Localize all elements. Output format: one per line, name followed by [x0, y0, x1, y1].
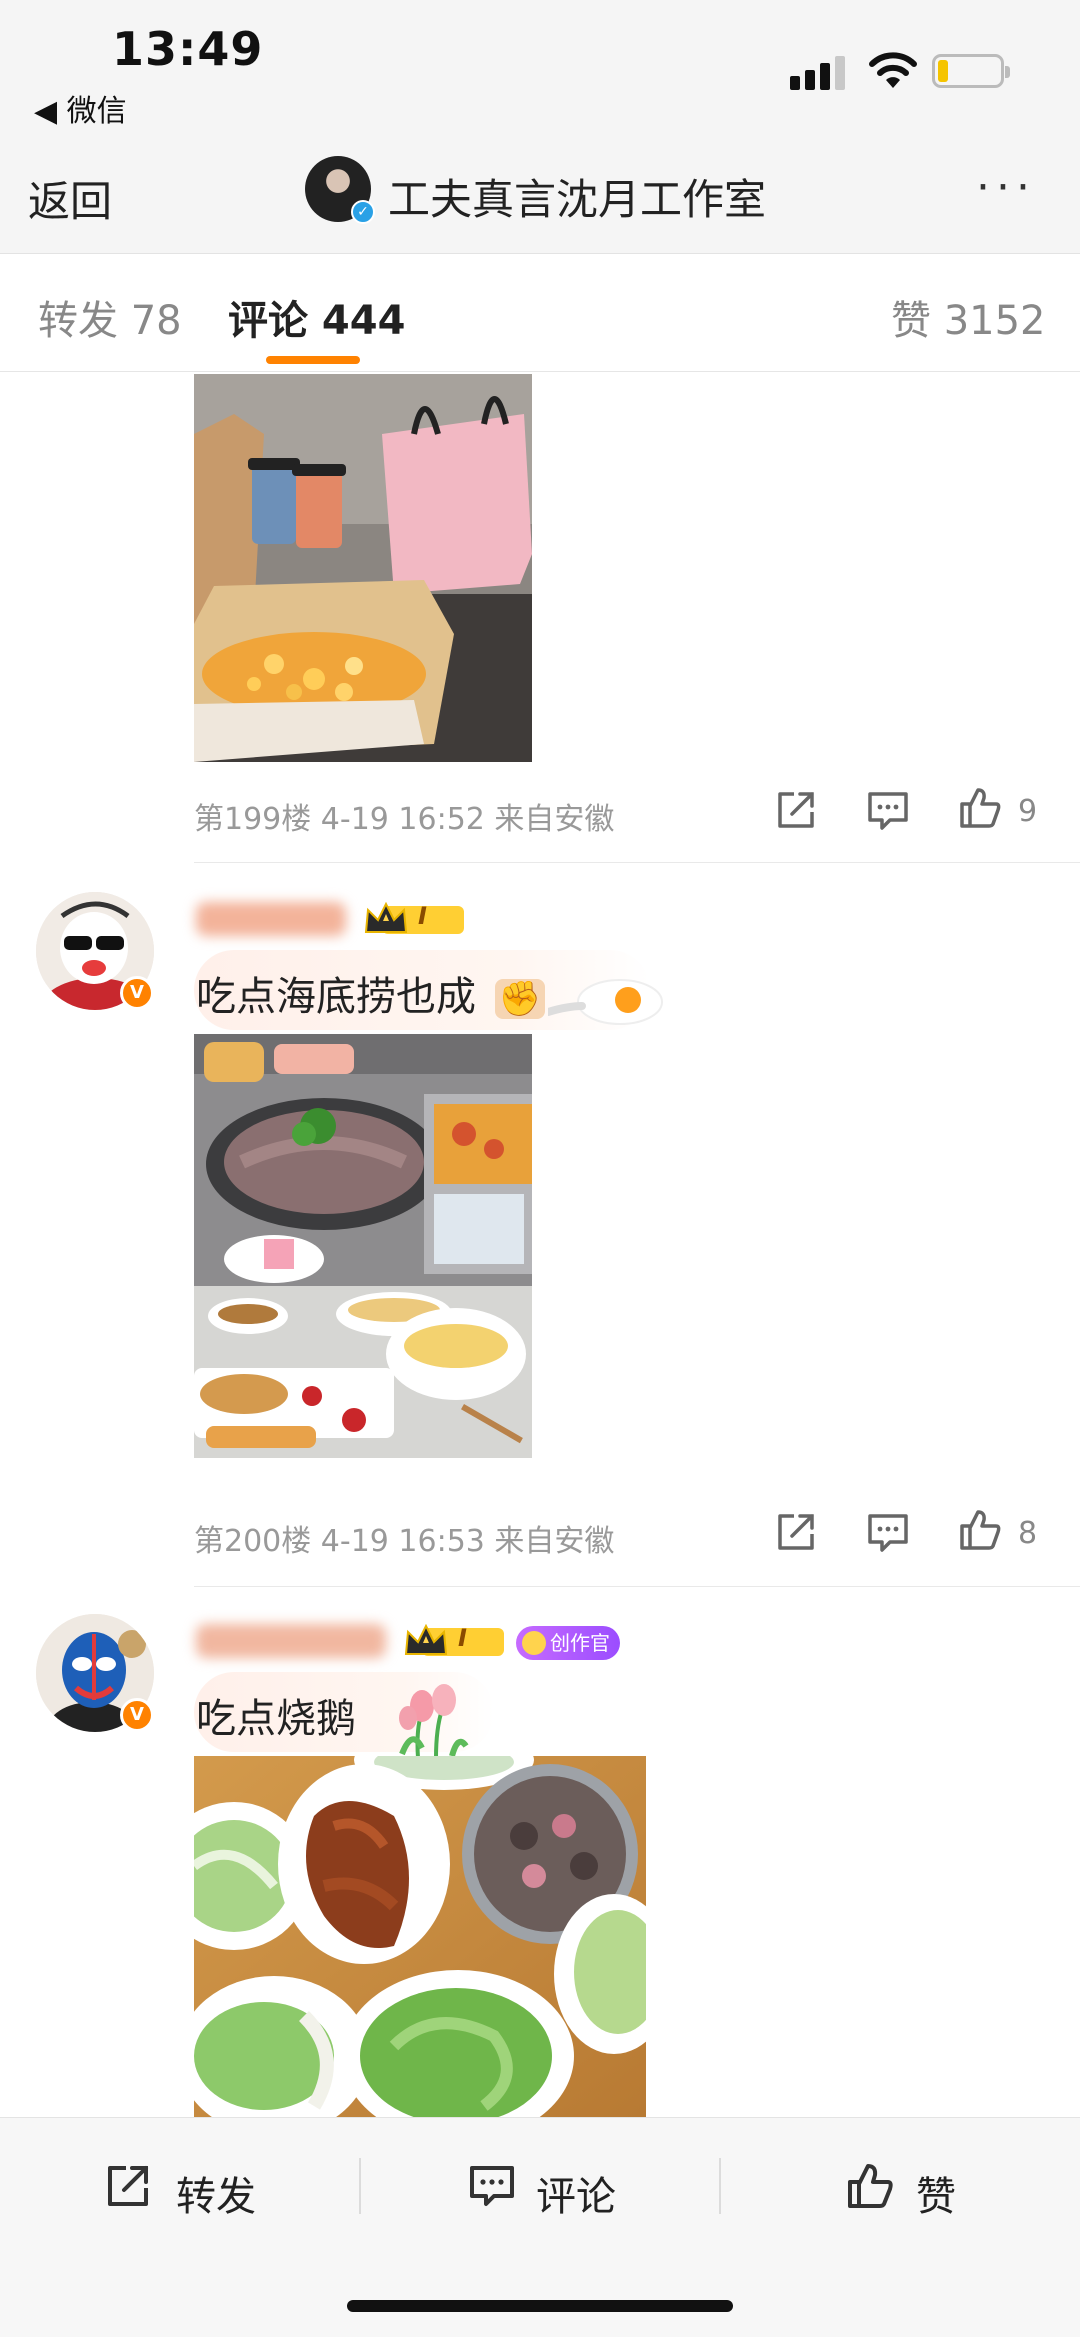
active-tab-indicator — [266, 356, 360, 364]
battery-icon — [932, 54, 1010, 88]
reply-icon[interactable] — [866, 788, 910, 832]
page-title[interactable]: 工夫真言沈月工作室 — [388, 166, 766, 227]
nav-bar: 返回 ✓ 工夫真言沈月工作室 ··· — [0, 142, 1080, 254]
tab-comment[interactable]: 评论 444 — [228, 288, 405, 346]
author-avatar[interactable]: ✓ — [305, 156, 375, 224]
share-icon[interactable] — [774, 788, 818, 832]
commenter-name-redacted — [196, 902, 346, 936]
comment-image-roast-goose[interactable] — [194, 1756, 646, 2117]
comment-image-drinks-pizza[interactable] — [194, 374, 532, 762]
bottom-repost-button[interactable]: 转发 — [104, 2154, 274, 2220]
like-icon[interactable] — [958, 1508, 1002, 1552]
verified-v-badge-icon: V — [120, 1698, 154, 1732]
crown-level-badge-icon — [404, 1624, 504, 1656]
tulip-decoration-icon — [399, 1684, 469, 1758]
comment-divider — [194, 862, 1080, 863]
bottom-comment-button[interactable]: 评论 — [468, 2154, 638, 2220]
roast-goose-photo — [194, 1756, 646, 2117]
repost-icon — [108, 2166, 148, 2206]
like-icon[interactable] — [958, 786, 1002, 830]
tabs-bar: 转发 78 评论 444 赞 3152 — [0, 254, 1080, 372]
drinks-pizza-photo — [194, 374, 532, 762]
cellular-signal-icon — [790, 56, 846, 90]
comment-list[interactable]: 第199楼 4-19 16:52 来自安徽 9 V I 吃点海底捞也成 ✊ 第2… — [0, 372, 1080, 2117]
fist-emoji-icon: ✊ — [494, 979, 546, 1019]
tab-repost[interactable]: 转发 78 — [38, 288, 182, 346]
back-to-wechat-link[interactable]: ◀ 微信 — [34, 86, 127, 130]
status-bar: 13:49 ◀ 微信 — [0, 0, 1080, 142]
comment-floor-info: 第200楼 4-19 16:53 来自安徽 — [194, 1524, 615, 1559]
home-indicator[interactable] — [347, 2300, 733, 2312]
egg-decoration-icon — [548, 979, 663, 1025]
bottom-like-button[interactable]: 赞 — [846, 2154, 976, 2220]
comment-text: 吃点烧鹅 — [196, 1696, 356, 1742]
share-icon[interactable] — [774, 1510, 818, 1554]
bottom-separator — [359, 2158, 361, 2214]
back-button[interactable]: 返回 — [28, 168, 112, 229]
tab-like[interactable]: 赞 3152 — [891, 288, 1046, 346]
comment-icon — [470, 2166, 514, 2206]
bottom-separator — [719, 2158, 721, 2214]
comment-text: 吃点海底捞也成 ✊ — [196, 964, 546, 1022]
creator-badge-icon — [522, 1631, 546, 1655]
bottom-like-label: 赞 — [916, 2174, 956, 2220]
verified-v-badge-icon: V — [120, 976, 154, 1010]
like-count: 9 — [1018, 794, 1038, 829]
comment-image-hotpot[interactable] — [194, 1034, 532, 1458]
wifi-icon — [869, 52, 917, 88]
thumbs-up-icon — [848, 2164, 893, 2208]
verified-badge-icon: ✓ — [351, 200, 375, 224]
like-count: 8 — [1018, 1516, 1038, 1551]
commenter-name-redacted — [196, 1624, 386, 1658]
comment-divider — [194, 1586, 1080, 1587]
level-badge-text: I — [458, 1624, 467, 1652]
level-badge-text: I — [418, 902, 427, 930]
creator-badge: 创作官 — [516, 1626, 620, 1660]
status-time: 13:49 — [112, 22, 264, 76]
bottom-repost-label: 转发 — [176, 2174, 256, 2220]
battery-level — [938, 60, 948, 82]
crown-level-badge-icon — [364, 902, 464, 934]
comment-floor-info: 第199楼 4-19 16:52 来自安徽 — [194, 802, 615, 837]
hotpot-collage-photo — [194, 1034, 532, 1458]
reply-icon[interactable] — [866, 1510, 910, 1554]
more-options-button[interactable]: ··· — [976, 162, 1036, 213]
bottom-comment-label: 评论 — [536, 2174, 616, 2220]
